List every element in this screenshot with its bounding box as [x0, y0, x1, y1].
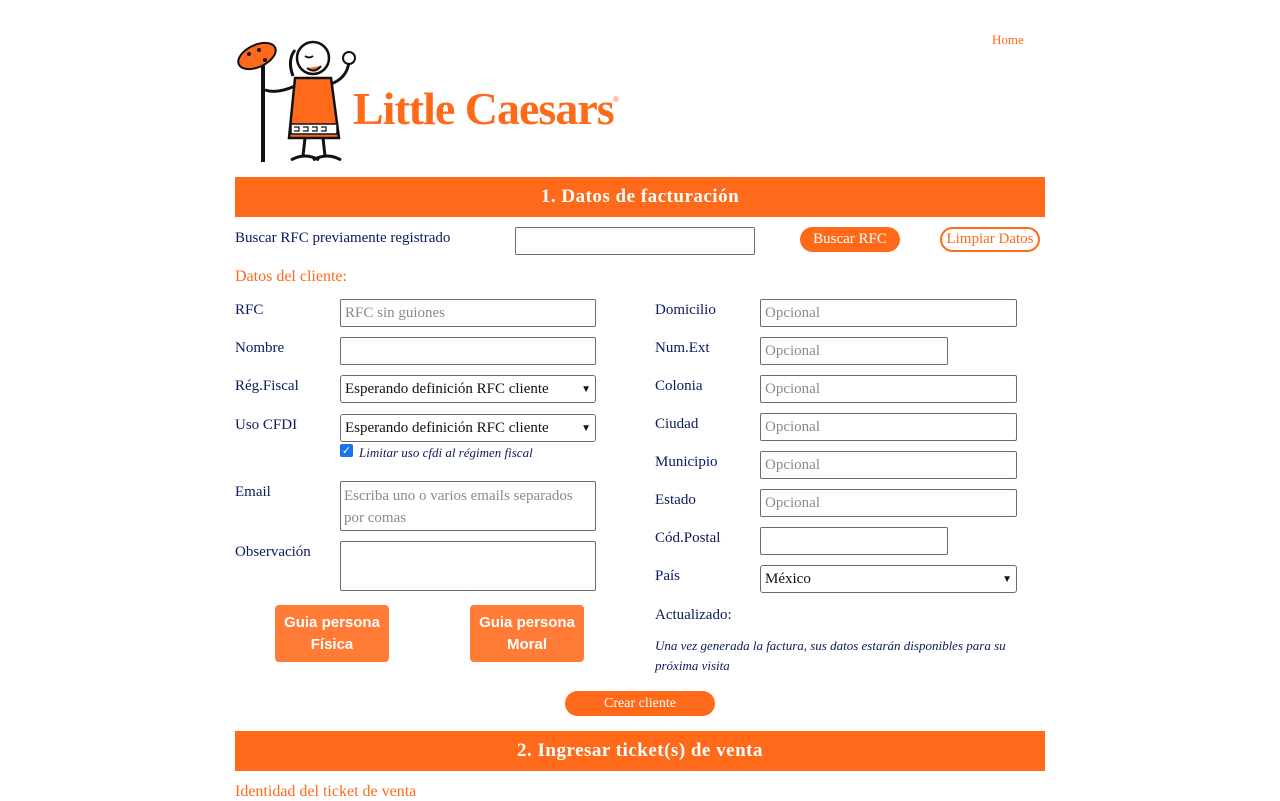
little-caesars-logo: Little Caesars ® [235, 28, 625, 168]
chevron-down-icon: ▼ [581, 383, 591, 395]
create-client-button-label: Crear cliente [604, 695, 676, 711]
guide-persona-moral-button[interactable]: Guia persona Moral [470, 605, 584, 662]
guide-fisica-line2: Física [310, 635, 354, 653]
codigo-postal-label: Cód.Postal [655, 530, 721, 546]
municipio-label: Municipio [655, 454, 718, 470]
regimen-fiscal-value: Esperando definición RFC cliente [345, 380, 549, 397]
regimen-fiscal-label: Rég.Fiscal [235, 378, 299, 394]
uso-cfdi-label: Uso CFDI [235, 417, 298, 433]
num-ext-input[interactable] [760, 337, 948, 365]
search-rfc-button[interactable]: Buscar RFC [800, 227, 900, 252]
pais-select[interactable]: México ▼ [760, 565, 1017, 593]
limit-cfdi-checkbox[interactable]: ✓ [340, 444, 353, 457]
observacion-label: Observación [235, 544, 311, 560]
ticket-identity-heading: Identidad del ticket de venta [235, 783, 417, 800]
ciudad-label: Ciudad [655, 416, 699, 432]
uso-cfdi-value: Esperando definición RFC cliente [345, 419, 549, 436]
section-tickets-title: 2. Ingresar ticket(s) de venta [517, 740, 763, 761]
email-label: Email [235, 484, 271, 500]
num-ext-label: Num.Ext [655, 340, 710, 356]
nombre-label: Nombre [235, 340, 285, 356]
observacion-textarea[interactable] [340, 541, 596, 591]
home-link[interactable]: Home [992, 32, 1024, 48]
colonia-input[interactable] [760, 375, 1017, 403]
rfc-input[interactable] [340, 299, 596, 327]
email-textarea[interactable]: Escriba uno o varios emails separados po… [340, 481, 596, 531]
colonia-label: Colonia [655, 378, 703, 394]
ciudad-input[interactable] [760, 413, 1017, 441]
clear-data-button[interactable]: Limpiar Datos [940, 227, 1040, 252]
clear-data-button-label: Limpiar Datos [946, 231, 1034, 247]
client-data-heading: Datos del cliente: [235, 268, 347, 285]
section-billing-header: 1. Datos de facturación [235, 177, 1045, 217]
section-billing-title: 1. Datos de facturación [540, 186, 740, 207]
updated-label: Actualizado: [655, 607, 732, 623]
search-rfc-label: Buscar RFC previamente registrado [235, 230, 451, 246]
domicilio-input[interactable] [760, 299, 1017, 327]
domicilio-label: Domicilio [655, 302, 716, 318]
chevron-down-icon: ▼ [581, 422, 591, 434]
chevron-down-icon: ▼ [1002, 573, 1012, 585]
guide-moral-line2: Moral [506, 635, 547, 653]
regimen-fiscal-select[interactable]: Esperando definición RFC cliente ▼ [340, 375, 596, 403]
svg-text:Little Caesars: Little Caesars [353, 83, 614, 134]
guide-persona-fisica-button[interactable]: Guia persona Física [275, 605, 389, 662]
search-rfc-button-label: Buscar RFC [813, 231, 887, 247]
limit-cfdi-label: Limitar uso cfdi al régimen fiscal [359, 445, 533, 460]
estado-label: Estado [655, 492, 696, 508]
section-tickets-header: 2. Ingresar ticket(s) de venta [235, 731, 1045, 771]
visit-note: Una vez generada la factura, sus datos e… [655, 638, 1006, 673]
guide-moral-line1: Guia persona [479, 613, 575, 631]
uso-cfdi-select[interactable]: Esperando definición RFC cliente ▼ [340, 414, 596, 442]
search-rfc-input[interactable] [515, 227, 755, 255]
guide-fisica-line1: Guia persona [284, 613, 380, 631]
create-client-button[interactable]: Crear cliente [565, 691, 715, 716]
svg-text:®: ® [613, 95, 619, 104]
email-placeholder: Escriba uno o varios emails separados po… [344, 488, 573, 526]
nombre-input[interactable] [340, 337, 596, 365]
municipio-input[interactable] [760, 451, 1017, 479]
codigo-postal-input[interactable] [760, 527, 948, 555]
rfc-label: RFC [235, 302, 264, 318]
pais-label: País [655, 568, 681, 584]
pais-value: México [765, 570, 811, 587]
estado-input[interactable] [760, 489, 1017, 517]
